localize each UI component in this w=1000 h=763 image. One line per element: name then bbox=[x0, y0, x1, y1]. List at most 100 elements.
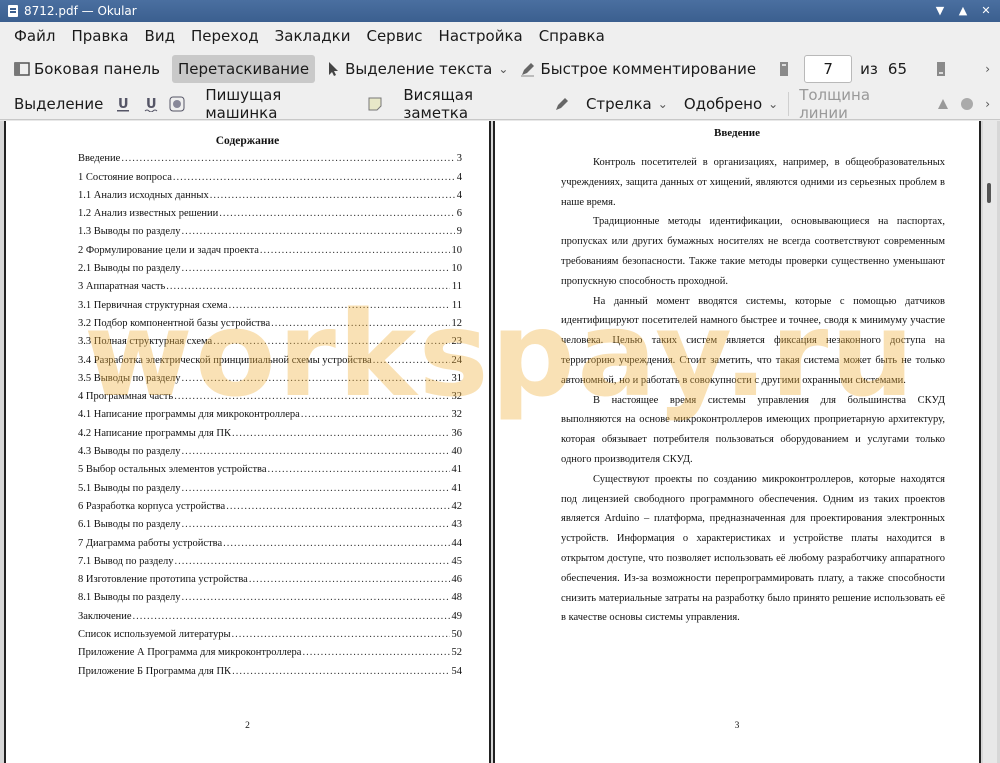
menu-file[interactable]: Файл bbox=[6, 27, 63, 45]
toc-entry[interactable]: Заключение 49 bbox=[78, 606, 462, 624]
toc-entry[interactable]: 2.1 Выводы по разделу 10 bbox=[78, 259, 462, 277]
sidebar-button[interactable]: Боковая панель bbox=[8, 55, 166, 83]
highlight-button[interactable]: Выделение bbox=[8, 90, 109, 118]
page-footer-number: 2 bbox=[245, 721, 250, 731]
sidebar-icon bbox=[14, 61, 30, 77]
toc-entry-title: 3.2 Подбор компонентной базы устройства bbox=[78, 317, 271, 329]
menu-tools[interactable]: Сервис bbox=[358, 27, 430, 45]
toc-entry[interactable]: 6.1 Выводы по разделу 43 bbox=[78, 515, 462, 533]
arrow-dropdown-icon[interactable]: ⌄ bbox=[658, 97, 668, 111]
toc-entry[interactable]: 4 Программная часть 32 bbox=[78, 387, 462, 405]
toc-entry[interactable]: 4.1 Написание программы для микроконтрол… bbox=[78, 405, 462, 423]
toc-entry[interactable]: Приложение Б Программа для ПК 54 bbox=[78, 661, 462, 679]
page-next-icon[interactable] bbox=[933, 61, 949, 77]
toc-entry[interactable]: Введение 3 bbox=[78, 149, 462, 167]
minimize-icon[interactable]: ▼ bbox=[931, 2, 949, 20]
typewriter-button[interactable]: Пишущая машинка bbox=[199, 86, 361, 122]
toc-entry[interactable]: 3.2 Подбор компонентной базы устройства 1… bbox=[78, 314, 462, 332]
line-width-button[interactable]: Толщина линии bbox=[793, 86, 927, 122]
toc-entry-title: 1.1 Анализ исходных данных bbox=[78, 189, 209, 201]
toc-entry[interactable]: 2 Формулирование цели и задач проекта 10 bbox=[78, 240, 462, 258]
title-bar: 8712.pdf — Okular ▼ ▲ ✕ bbox=[0, 0, 1000, 22]
color-icon[interactable] bbox=[935, 96, 951, 112]
popup-note-button[interactable]: Висящая заметка bbox=[397, 86, 546, 122]
toc-entry[interactable]: 4.3 Выводы по разделу 40 bbox=[78, 442, 462, 460]
pen-icon bbox=[520, 61, 536, 77]
chevron-down-icon[interactable]: ⌄ bbox=[498, 62, 508, 76]
toolbar-overflow-icon[interactable]: › bbox=[985, 62, 990, 76]
toc-entry-title: 8.1 Выводы по разделу bbox=[78, 592, 181, 604]
menu-help[interactable]: Справка bbox=[531, 27, 613, 45]
toc-leader-dots bbox=[301, 407, 450, 423]
toc-entry-title: Приложение Б Программа для ПК bbox=[78, 665, 232, 677]
toc-entry-page: 46 bbox=[451, 574, 463, 586]
menu-edit[interactable]: Правка bbox=[63, 27, 136, 45]
toc-entry[interactable]: 3 Аппаратная часть 11 bbox=[78, 277, 462, 295]
okular-app-icon bbox=[6, 4, 20, 18]
toc-entry-title: 7.1 Вывод по разделу bbox=[78, 555, 174, 567]
toc-entry[interactable]: 7 Диаграмма работы устройства 44 bbox=[78, 533, 462, 551]
close-icon[interactable]: ✕ bbox=[977, 2, 995, 20]
scrollbar-thumb[interactable] bbox=[987, 183, 991, 203]
toc-entry[interactable]: 5 Выбор остальных элементов устройства 41 bbox=[78, 460, 462, 478]
menu-settings[interactable]: Настройка bbox=[431, 27, 531, 45]
vertical-scrollbar[interactable] bbox=[983, 121, 997, 763]
toc-entry[interactable]: 8 Изготовление прототипа устройства 46 bbox=[78, 570, 462, 588]
toc-entry-page: 6 bbox=[456, 208, 462, 220]
toc-entry-page: 43 bbox=[451, 519, 463, 531]
toc-entry-title: Введение bbox=[78, 153, 121, 165]
toc-entry[interactable]: 7.1 Вывод по разделу 45 bbox=[78, 552, 462, 570]
toc-entry[interactable]: 5.1 Выводы по разделу 41 bbox=[78, 478, 462, 496]
toc-leader-dots bbox=[174, 389, 449, 405]
popup-note-label: Висящая заметка bbox=[403, 85, 474, 122]
underline-icon[interactable]: U bbox=[115, 96, 131, 112]
toc-leader-dots bbox=[302, 645, 449, 661]
toc-entry[interactable]: 6 Разработка корпуса устройства 42 bbox=[78, 497, 462, 515]
toc-entry[interactable]: 1.1 Анализ исходных данных 4 bbox=[78, 186, 462, 204]
toc-entry[interactable]: Приложение А Программа для микроконтролл… bbox=[78, 643, 462, 661]
toc-entry-page: 11 bbox=[451, 299, 462, 311]
toc-entry[interactable]: 1 Состояние вопроса 4 bbox=[78, 167, 462, 185]
cursor-icon bbox=[325, 61, 341, 77]
toc-entry-page: 36 bbox=[451, 427, 463, 439]
toc-entry[interactable]: 3.5 Выводы по разделу 31 bbox=[78, 369, 462, 387]
drag-mode-button[interactable]: Перетаскивание bbox=[172, 55, 316, 83]
toc-entry-title: Заключение bbox=[78, 610, 132, 622]
page-previous-icon[interactable] bbox=[776, 61, 792, 77]
toc-entry-page: 42 bbox=[451, 500, 463, 512]
toc-leader-dots bbox=[182, 371, 450, 387]
toc-entry[interactable]: Список используемой литературы 50 bbox=[78, 625, 462, 643]
menu-bookmarks[interactable]: Закладки bbox=[267, 27, 359, 45]
toc-entry-title: 1.2 Анализ известных решении bbox=[78, 208, 219, 220]
approved-stamp-button[interactable]: Одобрено ⌄ bbox=[678, 90, 784, 118]
page-number-input[interactable]: 7 bbox=[804, 55, 853, 83]
note-icon[interactable] bbox=[367, 96, 383, 112]
toc-entry-page: 23 bbox=[451, 336, 463, 348]
toc-entry-title: 6.1 Выводы по разделу bbox=[78, 519, 181, 531]
approved-dropdown-icon[interactable]: ⌄ bbox=[768, 97, 778, 111]
arrow-button[interactable]: Стрелка ⌄ bbox=[580, 90, 674, 118]
toc-entry[interactable]: 4.2 Написание программы для ПК 36 bbox=[78, 423, 462, 441]
toc-entry-page: 48 bbox=[451, 592, 463, 604]
freehand-line-icon[interactable] bbox=[554, 96, 570, 112]
quick-comment-button[interactable]: Быстрое комментирование bbox=[514, 55, 762, 83]
stamp-icon[interactable] bbox=[169, 96, 185, 112]
document-view[interactable]: Содержание Введение 3 1 Состояние вопроса 4… bbox=[0, 121, 1000, 763]
toc-entry-page: 12 bbox=[451, 317, 463, 329]
toolbar2-overflow-icon[interactable]: › bbox=[985, 97, 990, 111]
toc-entry-page: 44 bbox=[451, 537, 463, 549]
squiggly-icon[interactable]: U bbox=[143, 96, 159, 112]
toc-entry[interactable]: 1.3 Выводы по разделу 9 bbox=[78, 222, 462, 240]
toc-entry[interactable]: 1.2 Анализ известных решении 6 bbox=[78, 204, 462, 222]
toc-entry[interactable]: 3.3 Полная структурная схема 23 bbox=[78, 332, 462, 350]
toc-entry[interactable]: 8.1 Выводы по разделу 48 bbox=[78, 588, 462, 606]
menu-go[interactable]: Переход bbox=[183, 27, 267, 45]
toc-entry[interactable]: 3.1 Первичная структурная схема 11 bbox=[78, 295, 462, 313]
toc-leader-dots bbox=[232, 426, 450, 442]
menu-view[interactable]: Вид bbox=[137, 27, 183, 45]
toc-entry[interactable]: 3.4 Разработка электрической принципиаль… bbox=[78, 350, 462, 368]
opacity-icon[interactable] bbox=[959, 96, 975, 112]
maximize-icon[interactable]: ▲ bbox=[954, 2, 972, 20]
toc-entry-title: Приложение А Программа для микроконтролл… bbox=[78, 647, 302, 659]
text-selection-button[interactable]: Выделение текста ⌄ bbox=[319, 55, 514, 83]
